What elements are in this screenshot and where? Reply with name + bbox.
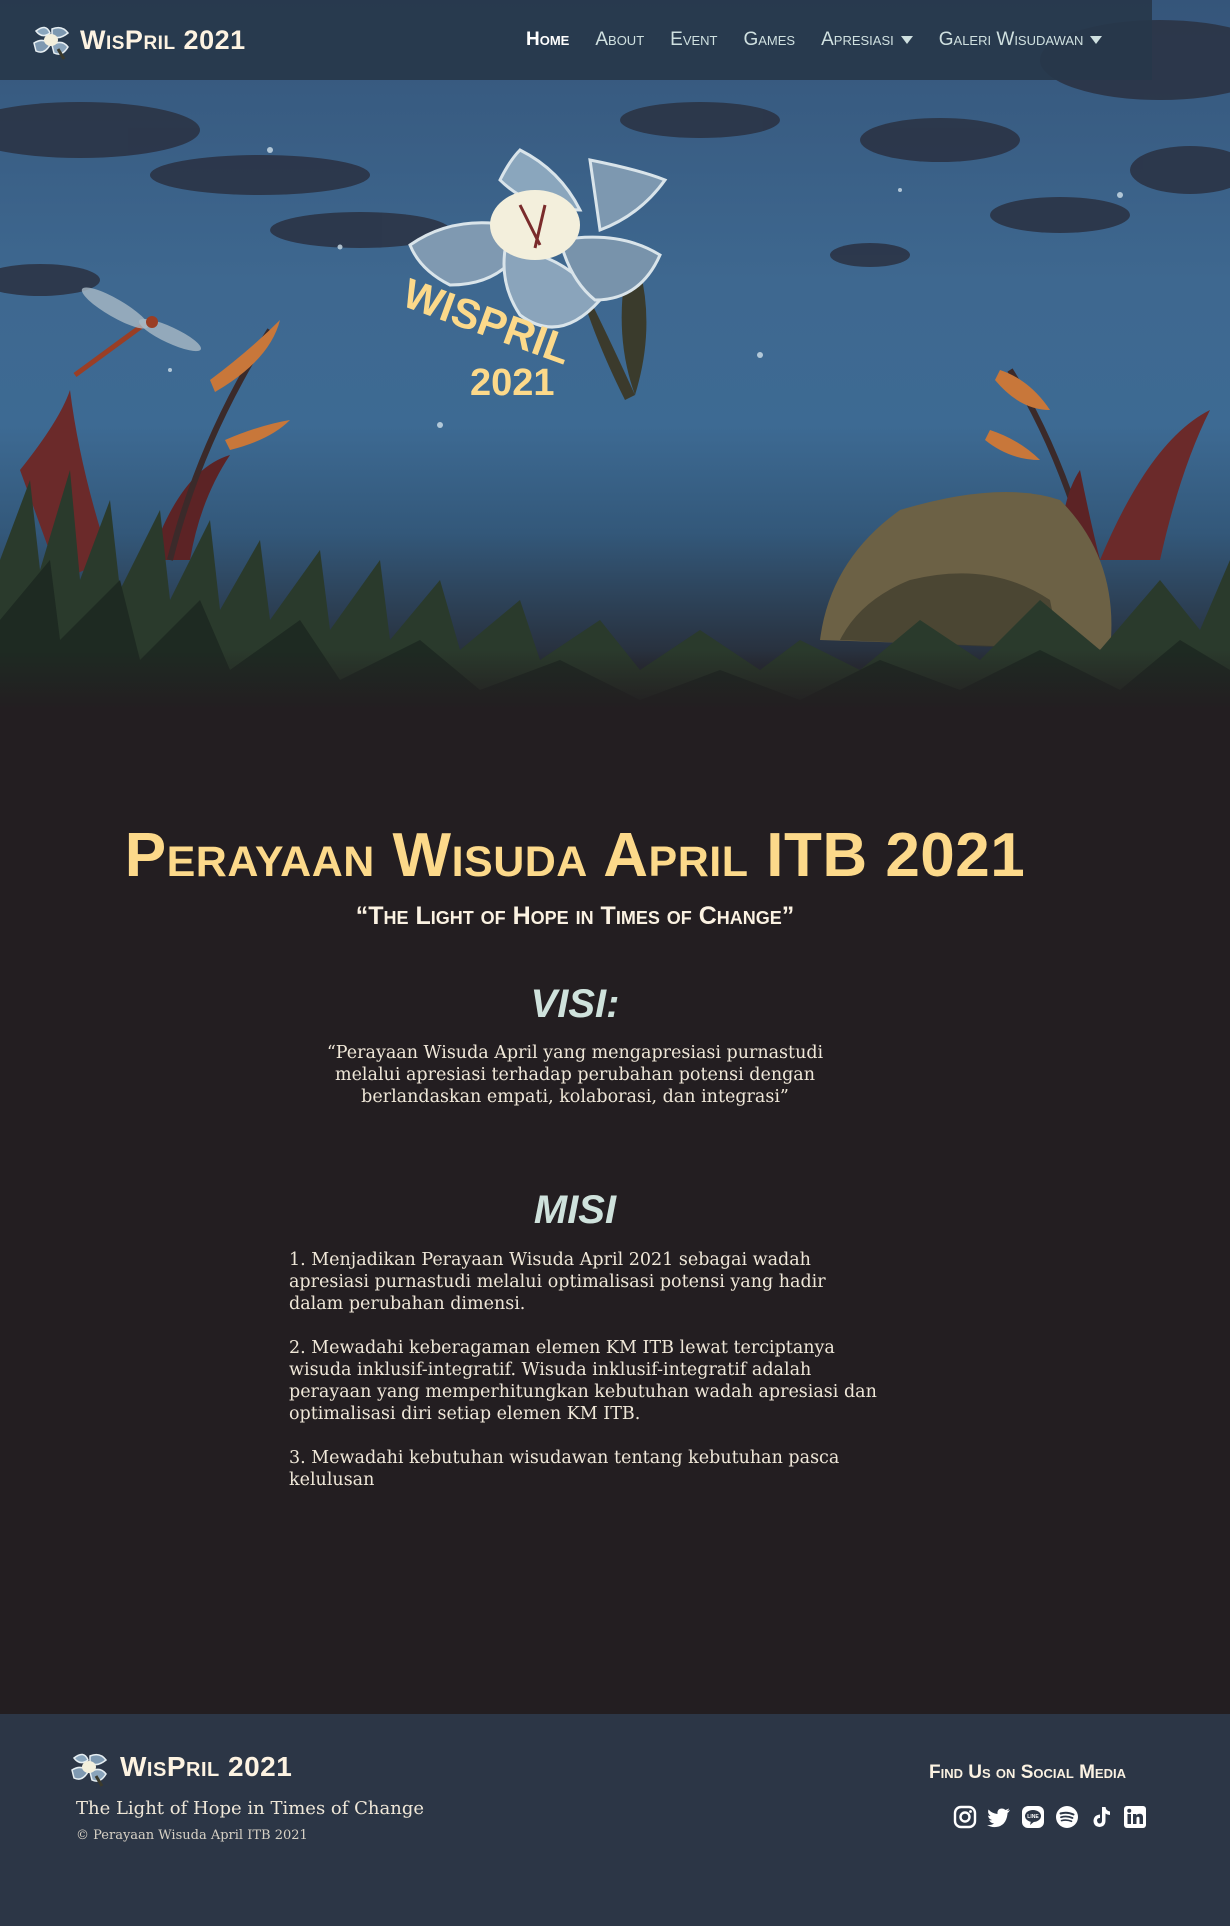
nav-links: Home About Event Games Apresiasi Galeri …: [526, 0, 1128, 80]
visi-heading: VISI:: [530, 982, 620, 1026]
hero-illustration: WISPRIL 2021: [0, 0, 1230, 710]
nav-item-apresiasi-dropdown[interactable]: Apresiasi: [821, 29, 913, 51]
social-icons: LINE: [952, 1804, 1148, 1830]
footer: WisPril 2021 The Light of Hope in Times …: [0, 1714, 1230, 1926]
nav-item-galeri-wisudawan-dropdown[interactable]: Galeri Wisudawan: [939, 29, 1103, 51]
spotify-icon[interactable]: [1054, 1804, 1080, 1830]
nav-item-home[interactable]: Home: [526, 29, 569, 51]
brand-link[interactable]: WisPril 2021: [28, 19, 246, 61]
nav-item-about[interactable]: About: [595, 29, 644, 51]
nav-item-about-label: About: [595, 29, 645, 50]
nav-item-event[interactable]: Event: [670, 29, 717, 51]
footer-brand-name: WisPril 2021: [120, 1751, 293, 1782]
nav-item-games-label: Games: [743, 29, 796, 50]
misi-heading: MISI: [533, 1188, 617, 1232]
instagram-icon[interactable]: [952, 1804, 978, 1830]
nav-item-galeri-wisudawan-label: Galeri Wisudawan: [938, 29, 1084, 50]
twitter-icon[interactable]: [986, 1804, 1012, 1830]
nav-item-apresiasi-label: Apresiasi: [821, 29, 894, 50]
line-icon[interactable]: LINE: [1020, 1804, 1046, 1830]
tiktok-icon[interactable]: [1088, 1804, 1114, 1830]
hero-logo-text-line2: 2021: [470, 362, 555, 404]
misi-list: 1. Menjadikan Perayaan Wisuda April 2021…: [289, 1249, 879, 1513]
footer-copyright: © Perayaan Wisuda April ITB 2021: [76, 1828, 308, 1843]
visi-text: “Perayaan Wisuda April yang mengapresias…: [326, 1043, 824, 1107]
page-title: Perayaan Wisuda April ITB 2021: [124, 821, 1026, 890]
lily-logo-icon: [71, 1753, 108, 1787]
misi-item: 1. Menjadikan Perayaan Wisuda April 2021…: [289, 1250, 826, 1314]
footer-brand[interactable]: WisPril 2021: [66, 1746, 292, 1788]
misi-item: 3. Mewadahi kebutuhan wisudawan tentang …: [289, 1448, 840, 1490]
tagline: “The Light of Hope in Times of Change”: [355, 902, 795, 930]
caret-down-icon: [1090, 36, 1103, 44]
misi-item: 2. Mewadahi keberagaman elemen KM ITB le…: [289, 1338, 877, 1424]
linkedin-icon[interactable]: [1122, 1804, 1148, 1830]
lily-logo-icon: [33, 26, 70, 60]
svg-text:LINE: LINE: [1027, 1814, 1039, 1820]
nav-item-home-label: Home: [526, 29, 570, 50]
night-scene-illustration: WISPRIL 2021: [0, 20, 1230, 710]
social-media-heading: Find Us on Social Media: [928, 1762, 1126, 1783]
navbar: WisPril 2021 Home About Event Games Apre…: [0, 0, 1152, 80]
brand-name: WisPril 2021: [80, 24, 246, 55]
footer-tagline: The Light of Hope in Times of Change: [76, 1798, 425, 1819]
nav-item-games[interactable]: Games: [743, 29, 795, 51]
caret-down-icon: [900, 36, 913, 44]
dragonfly-icon: [73, 287, 201, 378]
nav-item-event-label: Event: [670, 29, 718, 50]
